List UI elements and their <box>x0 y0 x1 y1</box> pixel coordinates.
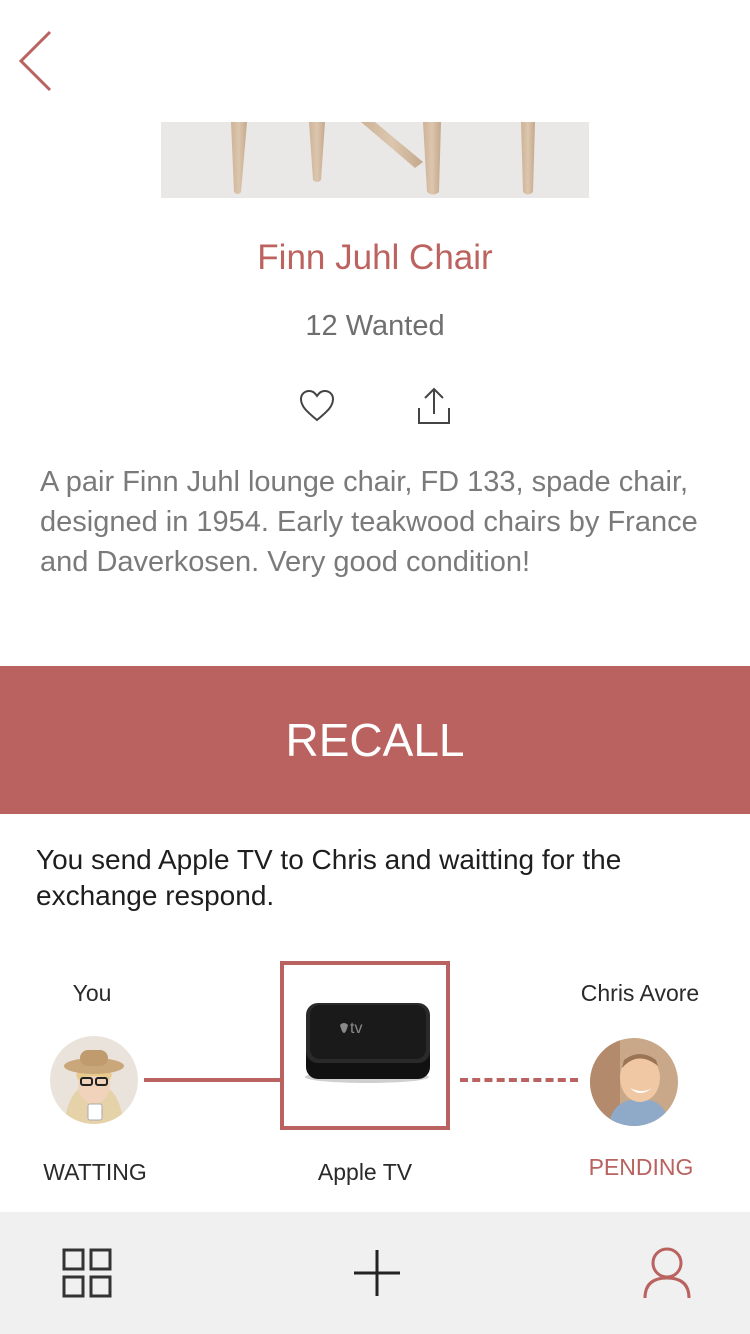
tab-add[interactable] <box>342 1238 412 1308</box>
apple-tv-logo: tv <box>350 1020 362 1037</box>
plus-icon <box>354 1250 400 1296</box>
partner-status: PENDING <box>588 1154 694 1180</box>
connector-sent <box>144 1078 282 1082</box>
exchange-status-message: You send Apple TV to Chris and waitting … <box>36 844 622 911</box>
avatar-you[interactable] <box>50 1036 138 1124</box>
chevron-left-icon <box>18 30 52 92</box>
heart-icon <box>299 389 335 422</box>
apple-tv-device-icon: tv <box>305 1003 430 1083</box>
share-icon <box>418 387 450 424</box>
item-name: Apple TV <box>317 1159 413 1185</box>
grid-icon <box>62 1248 112 1298</box>
you-status: WATTING <box>43 1159 147 1185</box>
user-icon <box>643 1247 691 1299</box>
like-button[interactable] <box>298 388 336 424</box>
you-label: You <box>72 980 112 1006</box>
recall-button[interactable]: RECALL <box>0 666 750 814</box>
share-button[interactable] <box>416 386 452 426</box>
tab-browse[interactable] <box>52 1238 122 1308</box>
exchange-item-card[interactable]: tv <box>280 961 450 1130</box>
wanted-count: 12 Wanted <box>305 310 445 342</box>
product-image <box>161 122 589 198</box>
tab-profile[interactable] <box>632 1238 702 1308</box>
avatar-partner[interactable] <box>590 1038 678 1126</box>
product-title: Finn Juhl Chair <box>257 238 493 277</box>
connector-pending <box>460 1078 578 1082</box>
back-button[interactable] <box>14 30 58 94</box>
product-description: A pair Finn Juhl lounge chair, FD 133, s… <box>40 466 698 578</box>
partner-name: Chris Avore <box>580 980 700 1006</box>
